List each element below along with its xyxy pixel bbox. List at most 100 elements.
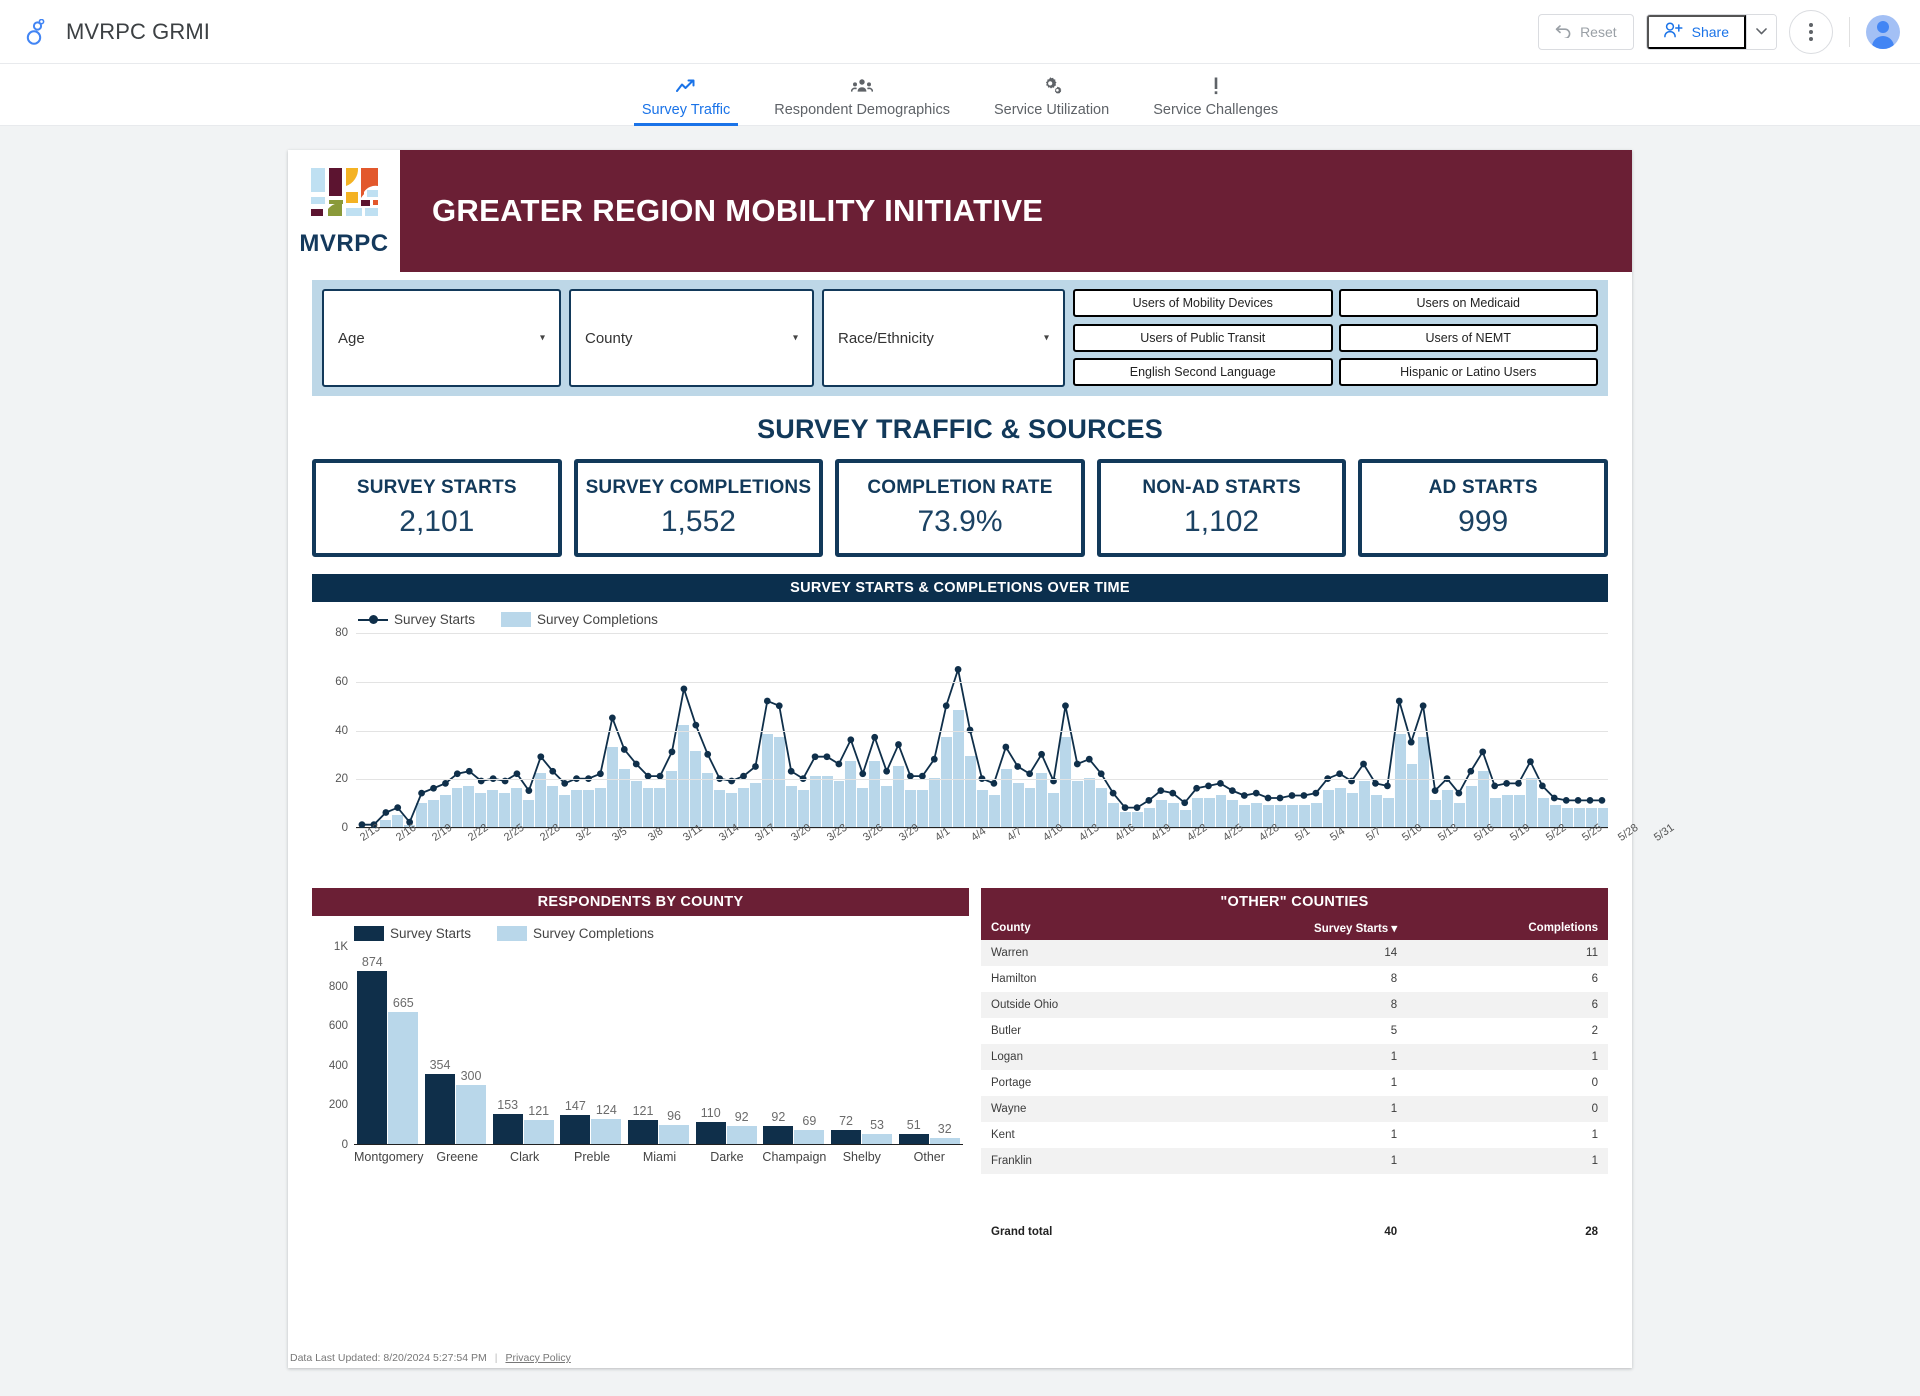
gridline [356,633,1608,634]
share-button[interactable]: Share [1646,14,1746,49]
legend-label: Survey Starts [390,926,472,941]
table-row[interactable]: Logan 1 1 [981,1044,1608,1070]
filter-dropdown-age[interactable]: Age ▾ [322,289,561,387]
tab-service-challenges[interactable]: Service Challenges [1131,64,1300,126]
table-row[interactable]: Kent 1 1 [981,1122,1608,1148]
table-row[interactable]: Wayne 1 0 [981,1096,1608,1122]
total-label: Grand total [991,1226,1053,1238]
tab-survey-traffic[interactable]: Survey Traffic [620,64,752,126]
county-bar-chart-panel: RESPONDENTS BY COUNTY Survey Starts Surv… [312,888,969,1246]
table-head: County Survey Starts ▾ Completions [981,916,1608,940]
undo-icon [1555,23,1572,41]
table-spacer-row [981,1174,1608,1218]
share-dropdown-toggle[interactable] [1746,14,1776,49]
mvrpc-logo: MVRPC [288,150,400,272]
table-total-row: Grand total 40 28 [981,1218,1608,1246]
caret-down-icon: ▾ [539,332,545,344]
legend-item-survey-starts[interactable]: Survey Starts [358,612,475,627]
cell-survey-starts: 1 [1176,1096,1408,1122]
table-body: Warren 14 11 Hamilton 8 6 Outside Ohio 8 6 Butler… [981,940,1608,1174]
cell-survey-starts: 1 [1390,1129,1398,1141]
legend-item-survey-completions[interactable]: Survey Completions [497,926,654,941]
gridline [356,779,1608,781]
kpi-label: SURVEY STARTS [356,477,517,498]
filter-chip-hispanic-latino[interactable]: Hispanic or Latino Users [1338,358,1598,387]
cell-survey-starts: 8 [1176,992,1408,1018]
filter-chip-english-second-language[interactable]: English Second Language [1073,358,1333,387]
legend-label: Survey Starts [394,612,476,627]
filter-chip-public-transit[interactable]: Users of Public Transit [1073,323,1333,352]
table-row[interactable]: Warren 14 11 [981,940,1608,966]
tab-label: Respondent Demographics [774,101,950,118]
bottom-row: RESPONDENTS BY COUNTY Survey Starts Surv… [312,888,1608,1246]
cell-county: Franklin [981,1148,1177,1174]
filter-dropdown-county[interactable]: County ▾ [569,289,814,387]
tab-label: Survey Traffic [641,101,731,118]
settings-gear-icon [1042,76,1062,96]
legend-item-survey-starts[interactable]: Survey Starts [354,926,471,941]
filter-chip-medicaid[interactable]: Users on Medicaid [1338,289,1598,317]
cell-completions: 0 [1407,1096,1608,1122]
kpi-label: AD STARTS [1428,477,1538,498]
cell-county: Kent [991,1129,1015,1141]
footer-divider: | [494,1352,498,1364]
county-x-axis: Montgomery Greene Clark Preble Miami Darke Cha… [354,1150,963,1164]
filter-chip-nemt[interactable]: Users of NEMT [1338,323,1598,352]
kpi-label: NON-AD STARTS [1142,477,1301,498]
x-tick-label: 5/31 [1651,821,1677,844]
filter-label: Age [338,329,365,347]
col-header-completions[interactable]: Completions [1407,916,1608,940]
y-tick-label: 1K [333,941,348,953]
x-tick-label: 4/7 [1004,825,1025,844]
privacy-policy-link[interactable]: Privacy Policy [505,1352,570,1364]
y-tick-label: 800 [328,980,348,993]
table-row[interactable]: Butler 5 2 [981,1018,1608,1044]
section-title: SURVEY TRAFFIC & SOURCES [757,414,1163,444]
more-options-button[interactable] [1789,9,1833,54]
filter-dropdown-race-ethnicity[interactable]: Race/Ethnicity ▾ [822,289,1065,387]
looker-studio-icon[interactable] [22,17,52,47]
timeseries-plot-area: 80 60 40 20 0 [335,627,1609,834]
user-avatar[interactable] [1866,14,1900,49]
filter-chip-mobility-devices[interactable]: Users of Mobility Devices [1073,289,1333,317]
people-icon [851,76,874,96]
table-row[interactable]: Franklin 1 1 [981,1148,1608,1174]
caret-down-icon: ▾ [792,332,798,344]
county-y-axis: 0 200 400 600 800 1K [312,941,969,1151]
caret-down-icon: ▾ [1391,923,1398,935]
cell-survey-starts: 14 [1176,940,1408,966]
cell-county: Portage [991,1077,1032,1089]
col-header-county[interactable]: County [981,916,1177,940]
x-tick-label: 3/8 [645,825,665,844]
table-row[interactable]: Hamilton 8 6 [981,966,1608,992]
x-tick-label: Clark [510,1150,540,1164]
x-tick-label: Miami [642,1150,677,1164]
kpi-survey-completions: SURVEY COMPLETIONS 1,552 [573,459,824,557]
cell-completions: 11 [1407,940,1608,966]
app-title: MVRPC GRMI [66,18,210,44]
table-row[interactable]: Outside Ohio 8 6 [981,992,1608,1018]
report-page: MVRPC GREATER REGION MOBILITY INITIATIVE… [288,150,1676,1368]
toolbar-divider [1849,16,1850,47]
table-row[interactable]: Portage 1 0 [981,1070,1608,1096]
col-header-survey-starts[interactable]: Survey Starts ▾ [1176,916,1408,940]
mvrpc-logo-mark [305,164,383,226]
timeseries-section-header: SURVEY STARTS & COMPLETIONS OVER TIME [312,574,1608,602]
tab-respondent-demographics[interactable]: Respondent Demographics [752,64,972,126]
timeseries-legend: Survey Starts Survey Completions [358,612,1608,627]
legend-label: Survey Completions [533,926,654,941]
reset-button[interactable]: Reset [1538,13,1634,50]
cell-completions: 1 [1407,1148,1608,1174]
cell-completions: 1 [1591,1129,1598,1141]
total-starts: 40 [1384,1226,1398,1238]
reset-button-label: Reset [1580,23,1617,40]
kpi-value: 73.9% [917,505,1003,538]
cell-county: Warren [981,940,1177,966]
kpi-value: 2,101 [399,505,475,538]
legend-item-survey-completions[interactable]: Survey Completions [501,612,658,627]
y-tick-label: 20 [335,773,348,786]
y-tick-label: 60 [335,675,348,688]
cell-completions: 2 [1591,1025,1598,1037]
tab-service-utilization[interactable]: Service Utilization [972,64,1131,126]
x-tick-label: Other [913,1150,945,1164]
